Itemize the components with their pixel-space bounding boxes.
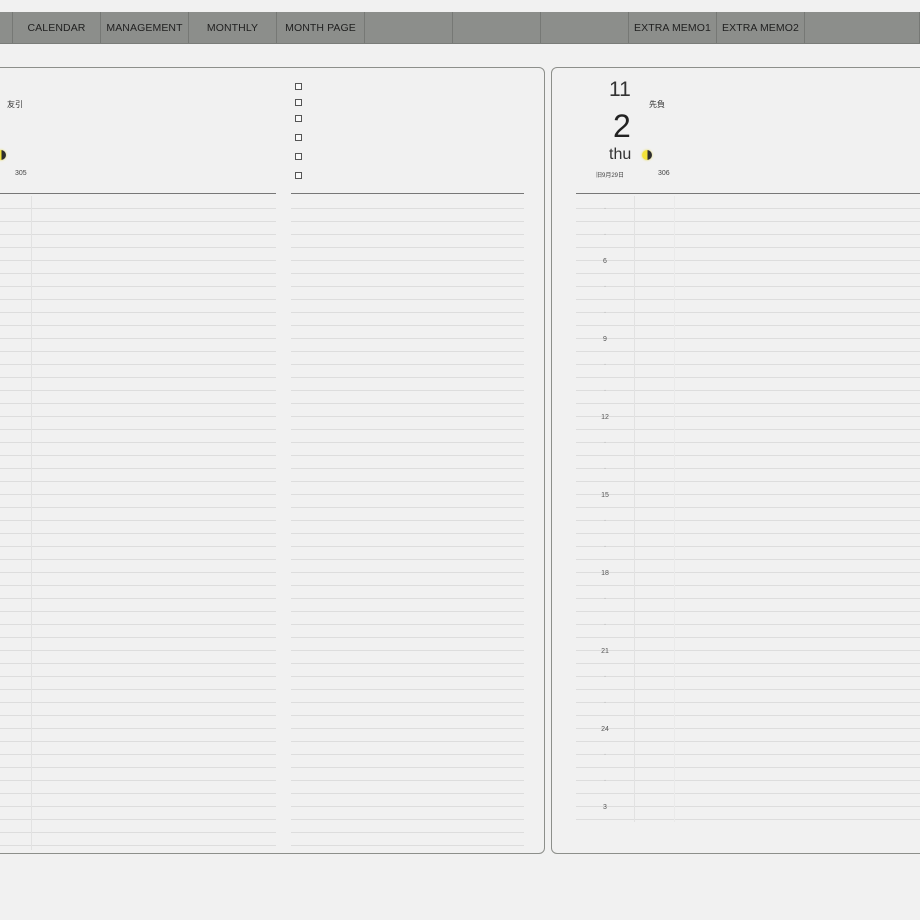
hour-dot: ◦ bbox=[604, 622, 606, 628]
month-number: 11 bbox=[609, 78, 631, 101]
hour-slot[interactable]: ◦ bbox=[576, 586, 634, 612]
hour-slot[interactable]: ◦ bbox=[576, 534, 634, 560]
hour-label: 3 bbox=[603, 803, 607, 811]
hour-slot[interactable]: 3 bbox=[576, 794, 634, 820]
hour-dot: ◦ bbox=[604, 596, 606, 602]
moon-phase-icon bbox=[0, 150, 6, 160]
hour-slot[interactable]: 12 bbox=[576, 404, 634, 430]
todo-checkbox[interactable] bbox=[295, 115, 302, 122]
hour-dot: ◦ bbox=[604, 440, 606, 446]
hour-slot[interactable]: ◦ bbox=[576, 742, 634, 768]
hour-slot[interactable]: ◦ bbox=[576, 196, 634, 222]
hour-label: 6 bbox=[603, 257, 607, 265]
tab-extra-memo2[interactable]: EXTRA MEMO2 bbox=[717, 12, 805, 43]
tab-empty-2[interactable] bbox=[453, 12, 541, 43]
hour-slot[interactable]: ◦ bbox=[576, 274, 634, 300]
time-column-line bbox=[634, 196, 635, 822]
tab-month-page[interactable]: MONTH PAGE bbox=[277, 12, 365, 43]
day-of-year: 305 bbox=[15, 170, 27, 177]
hour-slot[interactable]: ◦ bbox=[576, 768, 634, 794]
hour-slot[interactable]: 18 bbox=[576, 560, 634, 586]
rokuyo-label: 先負 bbox=[649, 100, 665, 109]
weekday-label: thu bbox=[609, 146, 632, 163]
schedule-lines[interactable] bbox=[0, 196, 276, 850]
hour-dot: ◦ bbox=[604, 362, 606, 368]
hour-dot: ◦ bbox=[604, 674, 606, 680]
hour-slot[interactable]: ◦ bbox=[576, 612, 634, 638]
todo-checkbox[interactable] bbox=[295, 153, 302, 160]
hour-dot: ◦ bbox=[604, 206, 606, 212]
nav-tab-edge bbox=[0, 12, 13, 43]
day-of-year: 306 bbox=[658, 170, 670, 177]
hour-slot[interactable]: ◦ bbox=[576, 378, 634, 404]
moon-phase-icon bbox=[642, 150, 652, 160]
hour-label: 18 bbox=[601, 569, 609, 577]
hour-slot[interactable]: ◦ bbox=[576, 430, 634, 456]
top-navigation-bar: CALENDAR MANAGEMENT MONTHLY MONTH PAGE E… bbox=[0, 12, 920, 44]
hour-label: 12 bbox=[601, 413, 609, 421]
hour-dot: ◦ bbox=[604, 544, 606, 550]
tab-monthly[interactable]: MONTHLY bbox=[189, 12, 277, 43]
hour-dot: ◦ bbox=[604, 466, 606, 472]
hour-slot[interactable]: ◦ bbox=[576, 300, 634, 326]
time-column-line bbox=[674, 196, 675, 822]
hour-label: 9 bbox=[603, 335, 607, 343]
hour-slot[interactable]: 9 bbox=[576, 326, 634, 352]
tab-management[interactable]: MANAGEMENT bbox=[101, 12, 189, 43]
divider bbox=[0, 193, 276, 194]
hour-slot[interactable]: ◦ bbox=[576, 508, 634, 534]
hour-slot[interactable]: ◦ bbox=[576, 222, 634, 248]
right-day-page: 11 2 thu 先負 旧9月29日 306 ◦ ◦ 6 ◦ ◦ 9 ◦ ◦ 12 ◦ ◦ 15 ◦ ◦ 1… bbox=[551, 67, 920, 854]
hour-dot: ◦ bbox=[604, 752, 606, 758]
hour-label: 21 bbox=[601, 647, 609, 655]
hour-dot: ◦ bbox=[604, 700, 606, 706]
hour-slot[interactable]: 24 bbox=[576, 716, 634, 742]
todo-checkbox[interactable] bbox=[295, 83, 302, 90]
hour-slot[interactable]: 15 bbox=[576, 482, 634, 508]
tab-extra-memo1[interactable]: EXTRA MEMO1 bbox=[629, 12, 717, 43]
hour-slot[interactable]: 6 bbox=[576, 248, 634, 274]
memo-lines[interactable] bbox=[291, 196, 524, 850]
day-number: 2 bbox=[613, 108, 631, 144]
hour-dot: ◦ bbox=[604, 518, 606, 524]
hour-dot: ◦ bbox=[604, 232, 606, 238]
tab-empty-3[interactable] bbox=[541, 12, 629, 43]
hour-slot[interactable]: 21 bbox=[576, 638, 634, 664]
divider bbox=[291, 193, 524, 194]
hour-dot: ◦ bbox=[604, 388, 606, 394]
hour-dot: ◦ bbox=[604, 310, 606, 316]
time-column-line bbox=[31, 196, 32, 850]
left-day-page: 友引 305 bbox=[0, 67, 545, 854]
hour-label: 24 bbox=[601, 725, 609, 733]
hour-dot: ◦ bbox=[604, 284, 606, 290]
hour-slot[interactable]: ◦ bbox=[576, 690, 634, 716]
tab-empty-1[interactable] bbox=[365, 12, 453, 43]
tab-empty-end[interactable] bbox=[805, 12, 920, 43]
hour-slot[interactable]: ◦ bbox=[576, 456, 634, 482]
tab-calendar[interactable]: CALENDAR bbox=[13, 12, 101, 43]
todo-checkbox[interactable] bbox=[295, 99, 302, 106]
lunar-date: 旧9月29日 bbox=[596, 173, 625, 179]
divider bbox=[576, 193, 920, 194]
todo-checkbox[interactable] bbox=[295, 134, 302, 141]
hour-label: 15 bbox=[601, 491, 609, 499]
hour-slot[interactable]: ◦ bbox=[576, 664, 634, 690]
todo-checkbox[interactable] bbox=[295, 172, 302, 179]
hour-dot: ◦ bbox=[604, 778, 606, 784]
hour-slot[interactable]: ◦ bbox=[576, 352, 634, 378]
rokuyo-label: 友引 bbox=[7, 100, 23, 109]
